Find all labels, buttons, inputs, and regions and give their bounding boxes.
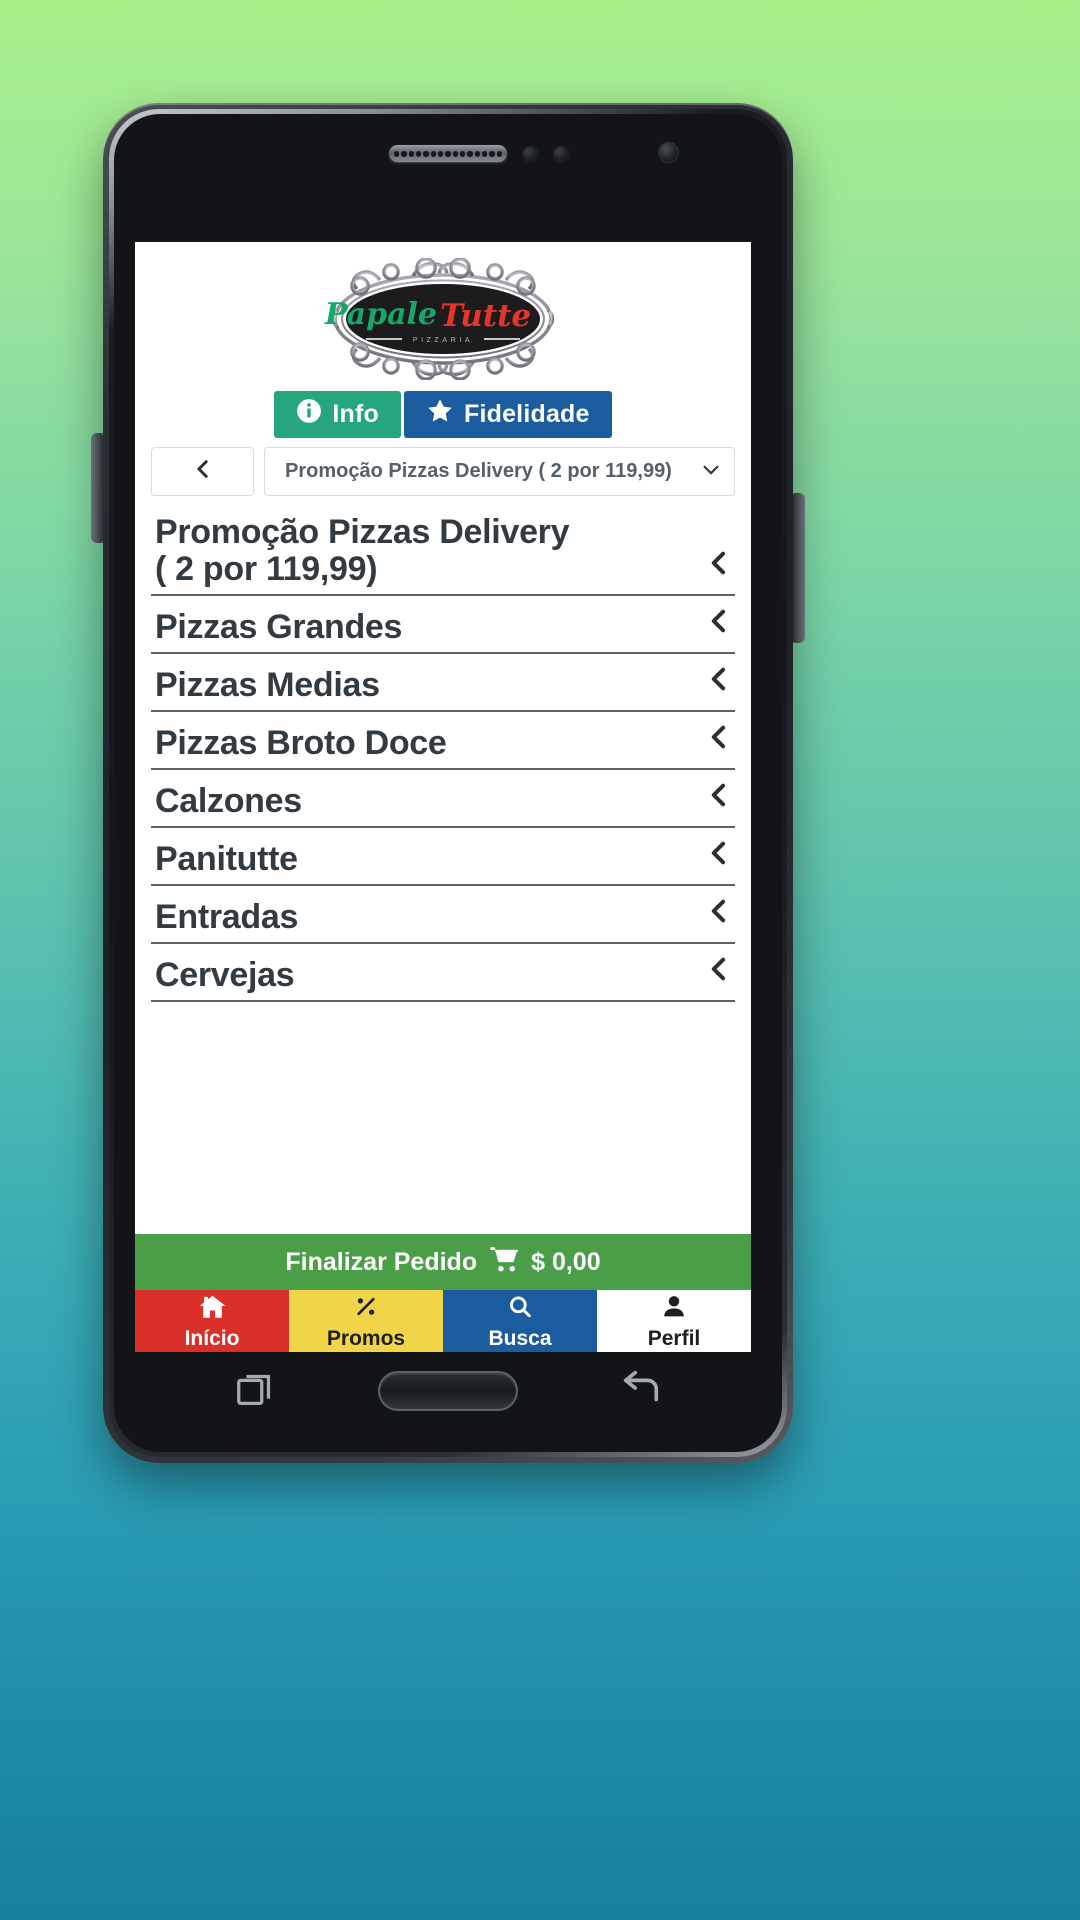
checkout-total: $ 0,00 — [531, 1247, 601, 1276]
chevron-left-icon — [705, 952, 733, 993]
proximity-sensor-icon — [523, 147, 537, 161]
home-icon — [199, 1294, 226, 1325]
fidelidade-button-label: Fidelidade — [463, 400, 590, 428]
chevron-left-icon — [705, 836, 733, 877]
category-item-pizzas-broto-doce[interactable]: Pizzas Broto Doce — [151, 712, 735, 771]
volume-button[interactable] — [91, 433, 103, 543]
checkout-bar[interactable]: Finalizar Pedido $ 0,00 — [135, 1234, 751, 1290]
category-item-panitutte[interactable]: Panitutte — [151, 828, 735, 887]
category-item-pizzas-grandes[interactable]: Pizzas Grandes — [151, 596, 735, 655]
star-icon — [426, 397, 454, 432]
chevron-left-icon — [705, 662, 733, 703]
search-icon — [507, 1294, 533, 1325]
back-button[interactable] — [151, 447, 254, 496]
category-label: Calzones — [155, 781, 302, 820]
fidelidade-button[interactable]: Fidelidade — [403, 391, 612, 438]
phone-bezel: Papale Tutte PIZZARIA Info Fidelidade Pr… — [109, 109, 787, 1457]
chevron-left-icon — [705, 546, 733, 587]
category-list: Promoção Pizzas Delivery ( 2 por 119,99)… — [135, 506, 751, 1234]
logo-image: Papale Tutte PIZZARIA — [318, 258, 568, 380]
category-item-pizzas-medias[interactable]: Pizzas Medias — [151, 654, 735, 713]
category-select-value: Promoção Pizzas Delivery ( 2 por 119,99) — [285, 460, 672, 482]
action-buttons-row: Info Fidelidade — [135, 388, 751, 447]
phone-bottom-bezel — [114, 1330, 782, 1452]
category-item-cervejas[interactable]: Cervejas — [151, 944, 735, 1003]
category-label: Pizzas Grandes — [155, 607, 403, 646]
power-button[interactable] — [793, 493, 805, 643]
category-label: Pizzas Medias — [155, 665, 380, 704]
checkout-label: Finalizar Pedido — [285, 1247, 478, 1276]
phone-face: Papale Tutte PIZZARIA Info Fidelidade Pr… — [114, 114, 782, 1452]
chevron-left-icon — [705, 604, 733, 645]
phone-device: Papale Tutte PIZZARIA Info Fidelidade Pr… — [91, 103, 805, 1463]
chevron-left-icon — [192, 455, 214, 488]
category-label: Panitutte — [155, 839, 298, 878]
front-camera-icon — [659, 143, 678, 162]
info-button[interactable]: Info — [274, 391, 401, 438]
chevron-down-icon — [700, 458, 722, 485]
phone-top-bezel — [114, 114, 782, 242]
percent-icon — [353, 1294, 379, 1325]
brand-logo: Papale Tutte PIZZARIA — [135, 242, 751, 388]
category-item-promocao[interactable]: Promoção Pizzas Delivery ( 2 por 119,99) — [151, 506, 735, 597]
category-item-calzones[interactable]: Calzones — [151, 770, 735, 829]
chevron-left-icon — [705, 720, 733, 761]
svg-text:Tutte: Tutte — [440, 298, 531, 334]
category-nav-row: Promoção Pizzas Delivery ( 2 por 119,99) — [135, 447, 751, 506]
home-button[interactable] — [377, 1371, 518, 1411]
shopping-cart-icon — [489, 1246, 519, 1279]
category-label: Cervejas — [155, 955, 295, 994]
info-circle-icon — [296, 398, 322, 431]
back-button[interactable] — [617, 1366, 663, 1417]
category-select[interactable]: Promoção Pizzas Delivery ( 2 por 119,99) — [264, 447, 735, 496]
category-label: Entradas — [155, 897, 299, 936]
svg-text:Papale: Papale — [324, 297, 437, 332]
category-label: Promoção Pizzas Delivery ( 2 por 119,99) — [155, 513, 570, 588]
info-button-label: Info — [332, 400, 379, 428]
svg-text:PIZZARIA: PIZZARIA — [413, 337, 473, 344]
recent-apps-button[interactable] — [233, 1366, 279, 1417]
category-label: Pizzas Broto Doce — [155, 723, 447, 762]
earpiece-speaker-icon — [389, 145, 507, 162]
chevron-left-icon — [705, 778, 733, 819]
app-screen: Papale Tutte PIZZARIA Info Fidelidade Pr… — [135, 242, 751, 1352]
chevron-left-icon — [705, 894, 733, 935]
user-icon — [661, 1294, 687, 1325]
light-sensor-icon — [554, 147, 568, 161]
category-item-entradas[interactable]: Entradas — [151, 886, 735, 945]
